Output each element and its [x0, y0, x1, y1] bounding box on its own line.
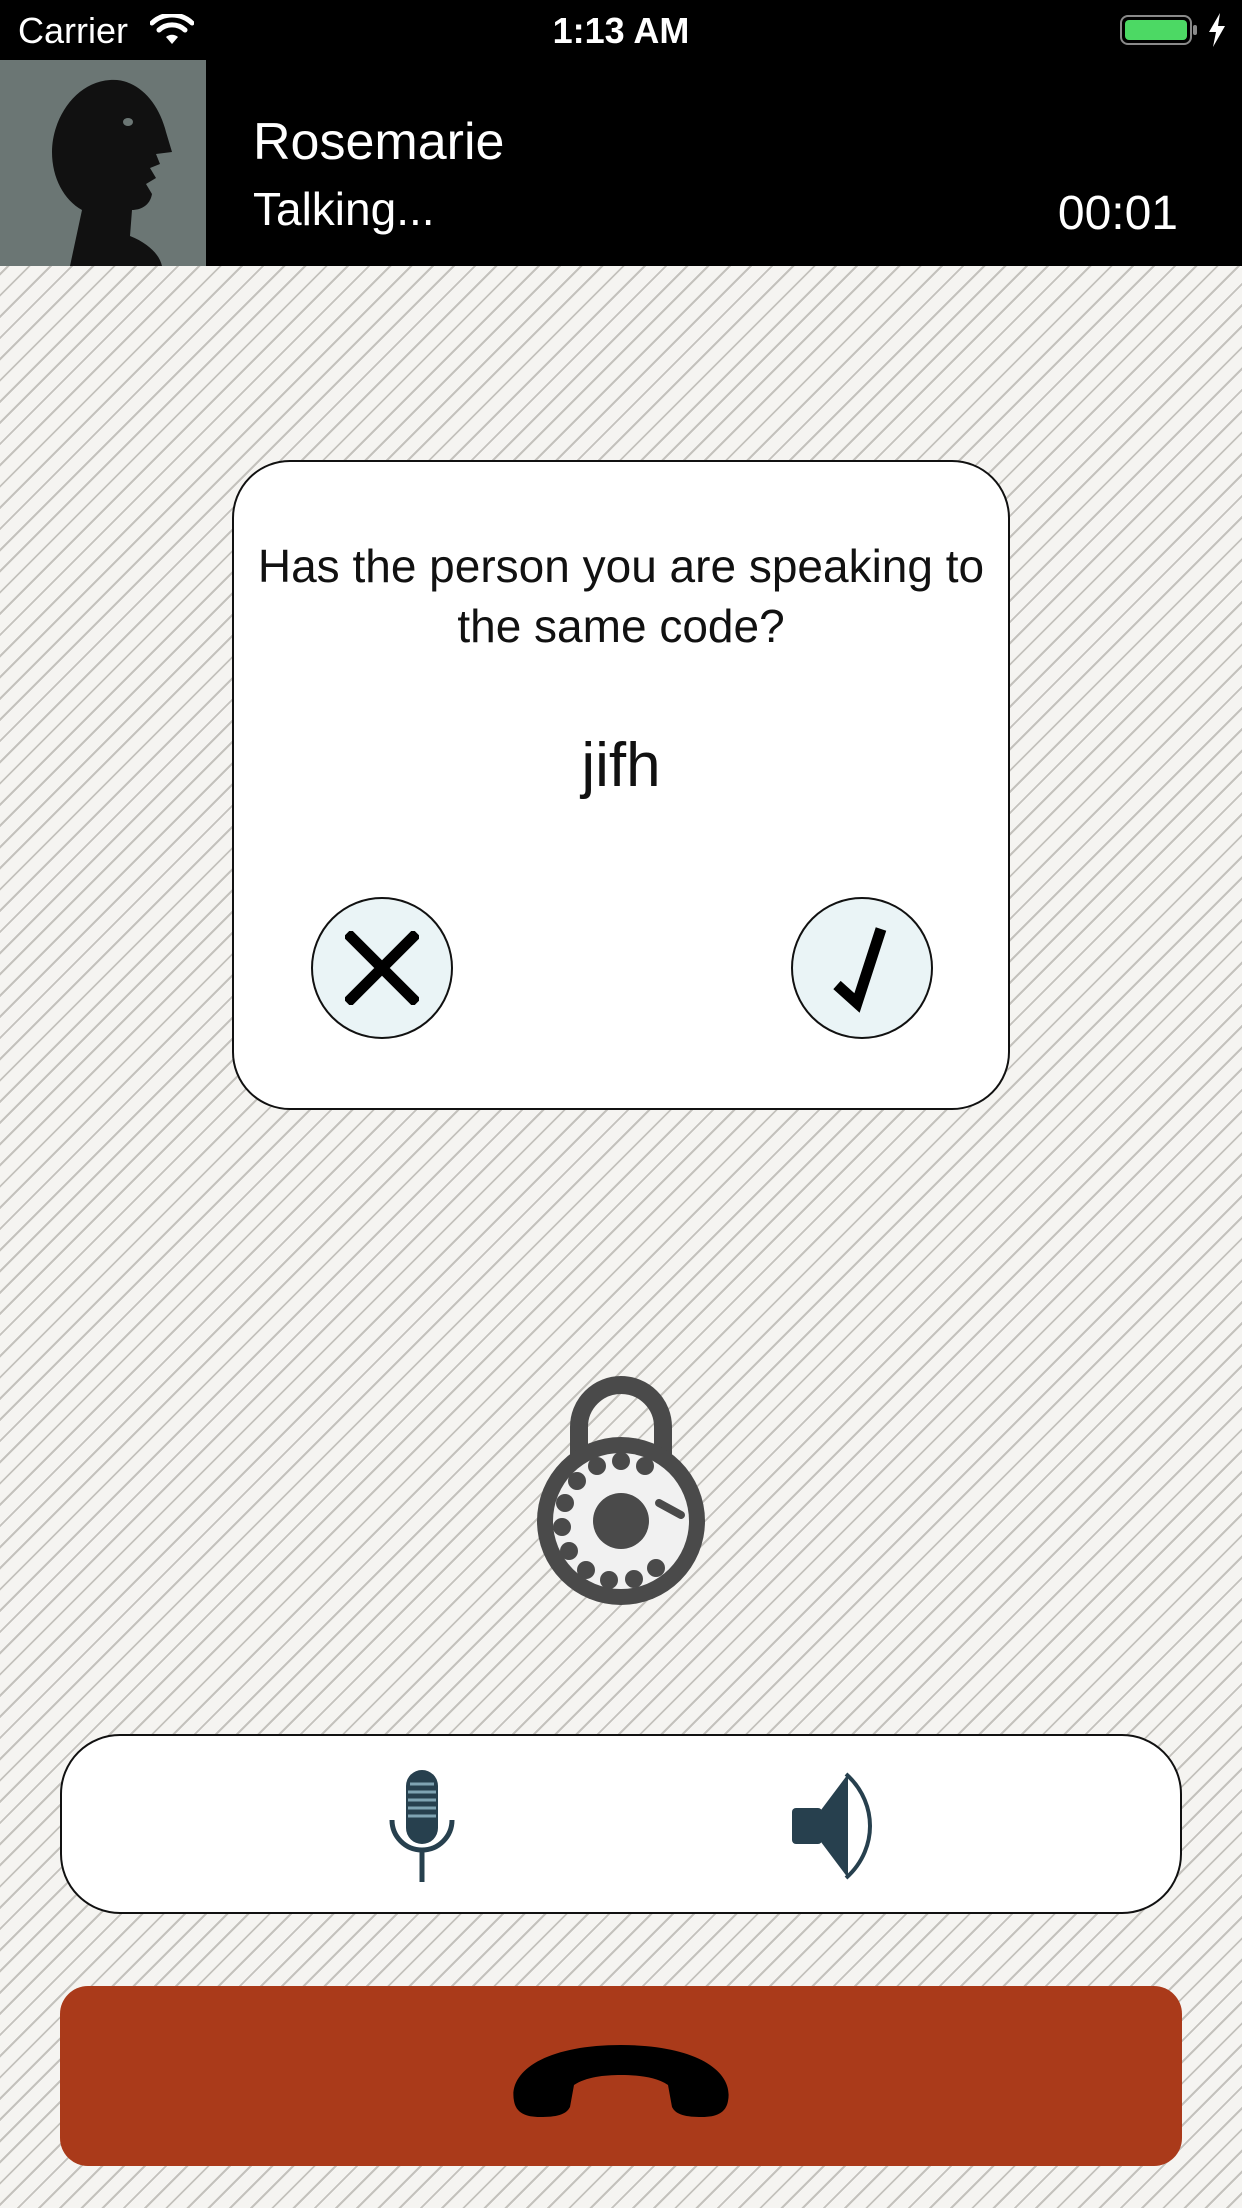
silhouette-icon — [52, 79, 172, 267]
call-header: Rosemarie Talking... 00:01 — [0, 60, 1242, 267]
call-status: Talking... — [253, 183, 435, 235]
mute-button[interactable] — [372, 1766, 472, 1886]
x-icon — [345, 931, 419, 1005]
status-bar: Carrier 1:13 AM — [0, 0, 1242, 60]
charging-bolt-icon — [1209, 13, 1225, 47]
audio-controls-panel — [60, 1734, 1182, 1914]
speaker-icon — [792, 1772, 873, 1880]
contact-name: Rosemarie — [253, 113, 505, 171]
checkmark-icon — [833, 927, 887, 1013]
speaker-button[interactable] — [782, 1766, 882, 1886]
battery-icon — [1120, 15, 1197, 45]
dialog-question: Has the person you are speaking to the s… — [257, 540, 985, 652]
reject-button[interactable] — [311, 897, 453, 1039]
clock: 1:13 AM — [552, 10, 690, 51]
verify-code-dialog: Has the person you are speaking to the s… — [232, 460, 1010, 1110]
rotary-lock-icon — [537, 1376, 705, 1605]
confirm-button[interactable] — [791, 897, 933, 1039]
avatar — [0, 60, 206, 267]
call-timer: 00:01 — [1057, 187, 1178, 240]
microphone-icon — [389, 1770, 455, 1882]
hang-up-phone-icon — [513, 2045, 729, 2117]
verification-code: jifh — [581, 731, 661, 800]
end-call-button[interactable] — [60, 1986, 1182, 2166]
